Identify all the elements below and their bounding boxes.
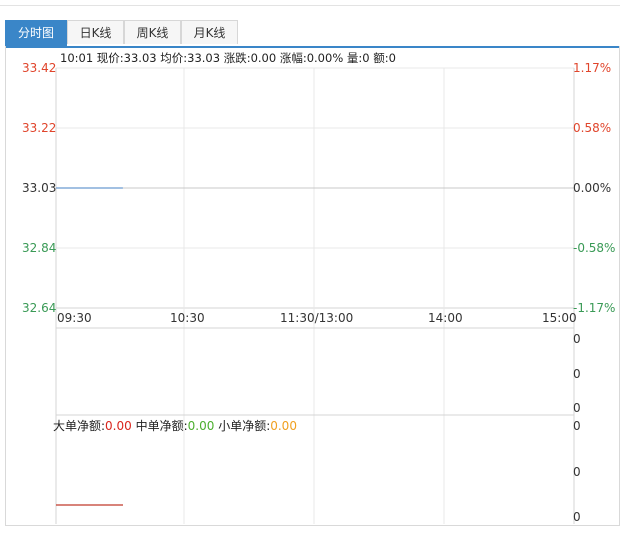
price-label-upper: 33.22 [22, 121, 57, 135]
volume-label-bottom: 0 [573, 401, 581, 415]
pct-label-bottom: -1.17% [573, 301, 616, 315]
medium-order-value: 0.00 [187, 419, 215, 433]
quote-info-bar: 10:01 现价:33.03 均价:33.03 涨跌:0.00 涨幅:0.00%… [60, 51, 396, 65]
time-label-1130: 11:30/13:00 [280, 311, 354, 325]
large-order-value: 0.00 [105, 419, 132, 433]
pct-label-mid: 0.00% [573, 181, 612, 195]
fund-label-mid: 0 [573, 465, 581, 479]
price-grid [55, 67, 575, 524]
intraday-chart [55, 67, 575, 524]
small-order-value: 0.00 [270, 419, 297, 433]
volume-label-top: 0 [573, 332, 581, 346]
volume-label-mid: 0 [573, 367, 581, 381]
time-label-1400: 14:00 [428, 311, 463, 325]
price-label-mid: 33.03 [22, 181, 57, 195]
pct-label-lower: -0.58% [573, 241, 616, 255]
time-label-1500: 15:00 [542, 311, 577, 325]
small-order-label: 小单净额: [218, 419, 271, 433]
price-label-lower: 32.84 [22, 241, 57, 255]
fund-flow-legend: 大单净额:0.00 中单净额:0.00 小单净额:0.00 [53, 417, 297, 434]
price-label-top: 33.42 [22, 61, 57, 75]
fund-label-bottom: 0 [573, 510, 581, 524]
large-order-label: 大单净额: [53, 419, 106, 433]
pct-label-upper: 0.58% [573, 121, 612, 135]
time-label-1030: 10:30 [170, 311, 205, 325]
price-label-bottom: 32.64 [22, 301, 57, 315]
time-label-0930: 09:30 [57, 311, 92, 325]
fund-label-top: 0 [573, 419, 581, 433]
pct-label-top: 1.17% [573, 61, 612, 75]
medium-order-label: 中单净额: [135, 419, 188, 433]
